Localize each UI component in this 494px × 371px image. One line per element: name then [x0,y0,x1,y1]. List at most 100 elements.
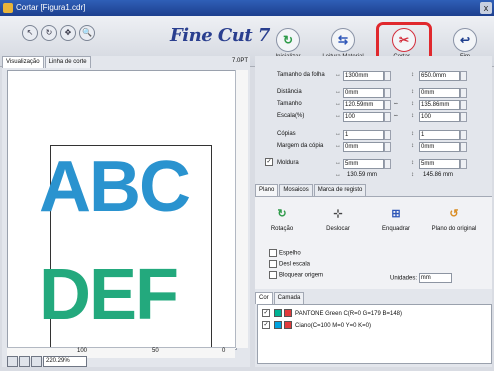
pointer-tool-icon[interactable]: ↖ [22,25,38,41]
distance-x-input[interactable]: 0mm [343,88,384,98]
frame-y-input[interactable]: 5mm [419,159,460,169]
application-window: Cortar [Figura1.cdr] x ↖ ↻ ✥ 🔍 Fine Cut … [0,0,494,371]
copies-y-stepper[interactable] [460,130,467,140]
shift-scale-label: Desl escala [279,261,311,268]
selection-view-icon[interactable] [31,356,42,367]
scale-readout: 7.0PT [231,58,248,64]
height-icon: ↕ [411,160,414,166]
lock-origin-label: Bloquear origem [279,272,324,279]
distance-y-stepper[interactable] [460,88,467,98]
scale-x-stepper[interactable] [384,112,391,122]
scale-y-stepper[interactable] [460,112,467,122]
layout-tabs: Plano Mosaicos Marca de registo [255,184,367,196]
copies-x-stepper[interactable] [384,130,391,140]
size-width-input[interactable]: 120.59mm [343,100,384,110]
lock-origin-option[interactable]: Bloquear origem [269,271,323,279]
sheet-width-stepper[interactable] [384,71,391,81]
width-icon: ↔ [335,101,341,107]
size-width-stepper[interactable] [384,100,391,110]
close-icon[interactable]: x [480,2,492,14]
width-icon: ↔ [335,72,341,78]
color-checkbox[interactable]: ✓ [262,309,270,318]
frame-x-input[interactable]: 5mm [343,159,384,169]
align-button[interactable]: ⊞ Enquadrar [371,203,421,233]
original-position-button[interactable]: ↺ Plano do original [429,203,479,233]
settings-panel: Tamanho da folha ↔ 1300mm ↕ 650.0mm Dist… [255,56,492,367]
read-material-icon: ⇆ [331,28,355,52]
total-width-value: 130.59 mm [347,172,378,178]
margin-x-input[interactable]: 0mm [343,142,384,152]
cut-tool-icon [284,321,293,330]
tab-register-mark[interactable]: Marca de registo [313,184,367,196]
initialize-icon: ↻ [276,28,300,52]
move-label: Deslocar [326,226,350,232]
tab-layer[interactable]: Camada [273,292,305,304]
color-tabs: Cor Camada [255,292,305,304]
tab-color[interactable]: Cor [255,292,273,304]
zoom-field[interactable]: 220.29% [43,356,87,367]
size-height-stepper[interactable] [460,100,467,110]
move-button[interactable]: ⊹ Deslocar [313,203,363,233]
sheet-width-input[interactable]: 1300mm [343,71,384,81]
sheet-height-input[interactable]: 650.0mm [419,71,460,81]
height-icon: ↕ [411,172,414,178]
size-height-input[interactable]: 135.86mm [419,100,460,110]
height-icon: ↕ [411,131,414,137]
units-select[interactable]: mm [418,273,452,283]
rotate-tool-icon[interactable]: ↻ [41,25,57,41]
color-swatch [273,321,282,330]
size-label: Tamanho [277,101,302,107]
scale-y-input[interactable]: 100 [419,112,460,122]
link-icon[interactable]: ⇔ [393,111,401,122]
shift-scale-checkbox[interactable] [269,260,277,268]
fit-view-icon[interactable] [7,356,18,367]
rotation-icon: ↻ [277,207,287,220]
width-icon: ↔ [335,143,341,149]
frame-x-stepper[interactable] [384,159,391,169]
list-item[interactable]: ✓ Ciano(C=100 M=0 Y=0 K=0) [262,321,371,331]
shift-scale-option[interactable]: Desl escala [269,260,310,268]
distance-y-input[interactable]: 0mm [419,88,460,98]
cut-tool-icon [284,309,293,318]
link-icon[interactable]: ⇔ [393,99,401,110]
distance-x-stepper[interactable] [384,88,391,98]
zoom-tool-icon[interactable]: 🔍 [79,25,95,41]
frame-row: ✓ Moldura ↔ 5mm ↕ 5mm [255,158,492,169]
lock-origin-checkbox[interactable] [269,271,277,279]
frame-label: Moldura [277,160,299,166]
vertical-ruler [235,70,248,348]
app-icon [3,3,13,13]
preview-canvas[interactable]: ABC DEF [7,70,237,353]
margin-y-stepper[interactable] [460,142,467,152]
copies-x-input[interactable]: 1 [343,130,384,140]
preview-panel: Visualização Linha de corte 7.0PT ABC DEF… [2,56,250,367]
align-icon: ⊞ [391,207,401,220]
mirror-option[interactable]: Espelho [269,249,301,257]
ruler-label: 50 [152,348,159,354]
tab-plan[interactable]: Plano [255,184,279,196]
color-checkbox[interactable]: ✓ [262,321,270,330]
page-view-icon[interactable] [19,356,30,367]
sheet-height-stepper[interactable] [460,71,467,81]
artwork-text-def: DEF [39,255,179,335]
field-row: Distância ↔ 0mm ↕ 0mm [255,87,492,98]
align-label: Enquadrar [381,226,411,232]
margin-x-stepper[interactable] [384,142,391,152]
rotation-label: Rotação [270,226,294,232]
scale-x-input[interactable]: 100 [343,112,384,122]
field-row: Tamanho ↔ 120.59mm ⇔ ↕ 135.86mm [255,99,492,110]
tab-cut-line[interactable]: Linha de corte [44,56,91,68]
summary-row: ↔ 130.59 mm ↕ 145.86 mm [255,170,492,181]
frame-checkbox[interactable]: ✓ [265,158,275,169]
pan-tool-icon[interactable]: ✥ [60,25,76,41]
tab-tiles[interactable]: Mosaicos [279,184,313,196]
original-position-icon: ↺ [449,207,459,220]
tab-preview[interactable]: Visualização [2,56,44,68]
distance-label: Distância [277,89,302,95]
frame-y-stepper[interactable] [460,159,467,169]
margin-y-input[interactable]: 0mm [419,142,460,152]
rotation-button[interactable]: ↻ Rotação [257,203,307,233]
copies-y-input[interactable]: 1 [419,130,460,140]
mirror-checkbox[interactable] [269,249,277,257]
list-item[interactable]: ✓ PANTONE Green C(R=0 G=179 B=148) [262,309,402,319]
